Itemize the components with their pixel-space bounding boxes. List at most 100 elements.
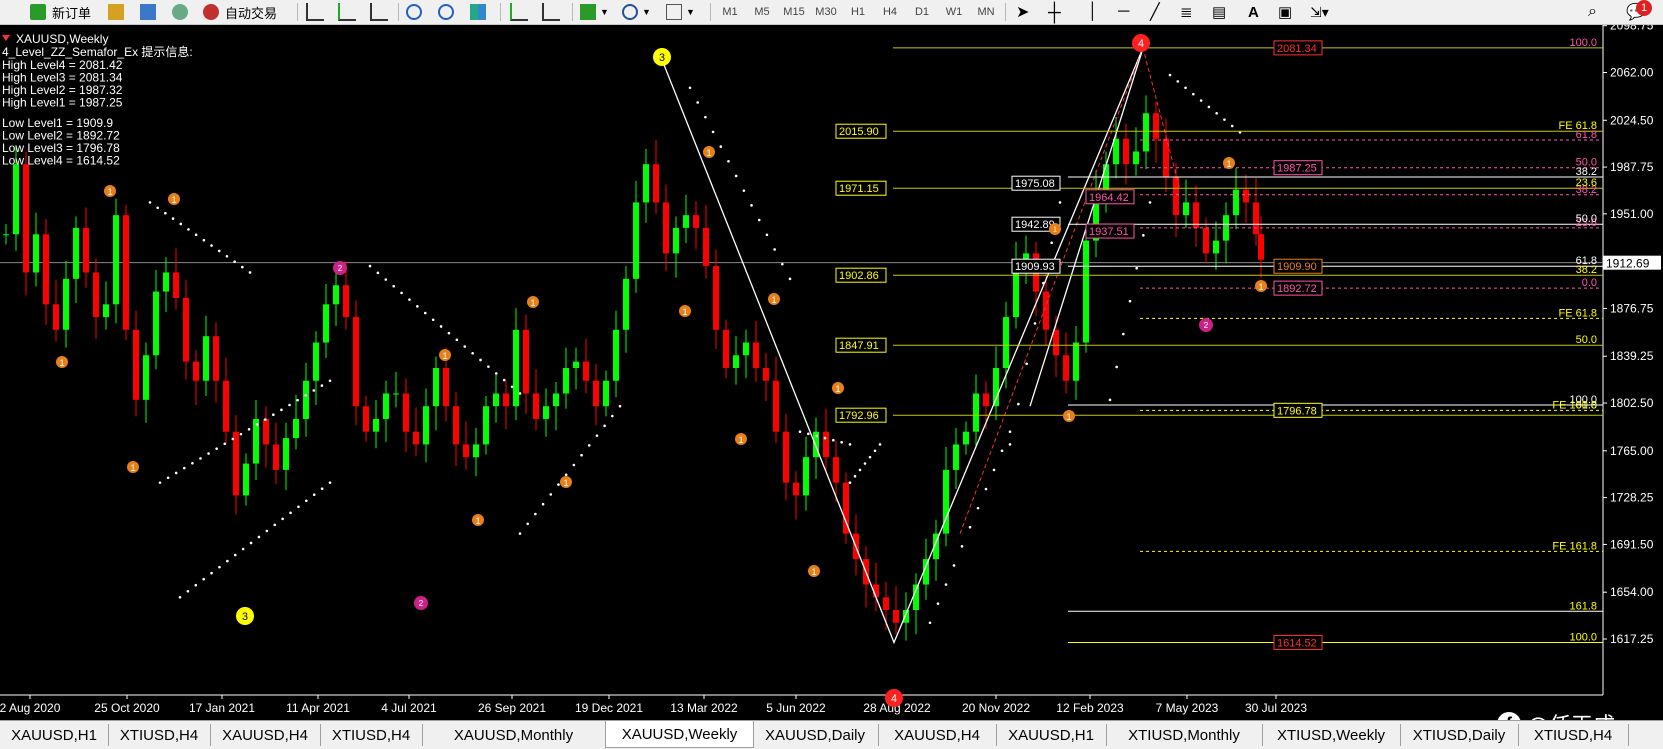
candle-body (143, 355, 149, 400)
sar-dot (296, 398, 299, 402)
market-icon-button[interactable] (108, 2, 124, 22)
timeframe-h1[interactable]: H1 (842, 2, 874, 22)
label-tool-button[interactable]: ▣ (1278, 2, 1292, 22)
chart-tab[interactable]: XAUUSD,Monthly (422, 724, 606, 746)
candle-body (33, 234, 39, 273)
chart-tab[interactable]: XTIUSD,H4 (108, 724, 211, 746)
candle-chart-button[interactable] (338, 2, 356, 22)
candle-body (1013, 266, 1019, 318)
search-button[interactable]: ⌕ (1588, 2, 1597, 22)
sar-dot (1215, 111, 1218, 115)
time-axis-label: 5 Jun 2022 (766, 701, 826, 715)
text-tool-button[interactable]: A (1248, 2, 1259, 22)
timeframe-m15[interactable]: M15 (778, 2, 810, 22)
chart-tab[interactable]: XTIUSD,H4 (320, 724, 423, 746)
fibonacci-expansion-button[interactable]: ≣ (1180, 2, 1193, 22)
chart-tab[interactable]: XTIUSD,Monthly (1106, 724, 1263, 746)
cursor-tool-button[interactable]: ➤ (1016, 2, 1029, 22)
timeframe-m5[interactable]: M5 (746, 2, 778, 22)
timeframe-d1[interactable]: D1 (906, 2, 938, 22)
sar-dot (423, 311, 427, 315)
market-watch-button[interactable] (140, 2, 156, 22)
level-one-label: 1 (738, 435, 743, 445)
time-axis-label: 30 Jul 2023 (1245, 701, 1307, 715)
chart-tab[interactable]: XAUUSD,Daily (752, 724, 879, 746)
bar-chart-button[interactable] (306, 2, 324, 22)
timeframe-h4[interactable]: H4 (874, 2, 906, 22)
zoom-out-button[interactable] (438, 2, 454, 22)
line-chart-button[interactable] (370, 2, 388, 22)
toolbar-separator (1005, 3, 1006, 21)
horizontal-line-button[interactable]: ─ (1118, 2, 1129, 22)
time-axis-label: 17 Jan 2021 (189, 701, 255, 715)
toolbar-separator (500, 3, 501, 21)
chart-tab[interactable]: XTIUSD,Weekly (1262, 724, 1401, 746)
signals-button[interactable] (172, 2, 188, 22)
sar-dot (976, 506, 980, 510)
vertical-line-button[interactable]: │ (1088, 2, 1098, 22)
sar-dot (878, 443, 882, 446)
timeframe-m30[interactable]: M30 (810, 2, 842, 22)
price-chart[interactable]: 2098.75 2062.00 2024.50 1987.75 1951.00 1876.… (0, 25, 1663, 720)
sar-dot (863, 462, 867, 465)
candle-body (133, 329, 139, 400)
candle-body (233, 431, 239, 496)
periods-button[interactable]: ▼ (622, 2, 651, 22)
chart-tab[interactable]: XAUUSD,H4 (878, 724, 997, 746)
candle-body (743, 342, 749, 356)
indicators-button[interactable]: ▼ (580, 2, 609, 22)
sar-dot (247, 427, 251, 431)
templates-button[interactable]: ▼ (666, 2, 695, 22)
chart-tab[interactable]: XAUUSD,H4 (210, 724, 321, 746)
arrows-tool-button[interactable]: ⇲▾ (1310, 2, 1329, 22)
candle-body (243, 463, 249, 496)
time-axis-label: 13 Mar 2022 (670, 701, 738, 715)
price-box: 1964.42 (1089, 192, 1129, 204)
timeframe-m1[interactable]: M1 (714, 2, 746, 22)
chart-tab[interactable]: XAUUSD,Weekly (605, 721, 754, 748)
search-icon: ⌕ (1588, 3, 1597, 20)
fibonacci-retracement-button[interactable]: ▤ (1212, 2, 1226, 22)
candle-body (163, 272, 169, 292)
watermark: f @任天成 (1497, 708, 1615, 720)
candle-body (353, 317, 359, 407)
chart-tab[interactable]: XAUUSD,H1 (0, 724, 109, 746)
trendline-button[interactable]: ╱ (1150, 2, 1160, 22)
sar-dot (1050, 241, 1053, 245)
sar-dot (853, 474, 857, 478)
new-order-button[interactable]: 新订单 (30, 2, 91, 22)
notifications-button[interactable]: 💬 1 (1626, 0, 1652, 22)
candle-body (513, 329, 519, 407)
sar-dot (587, 444, 591, 447)
swing-marker-label: 2 (419, 598, 424, 608)
auto-scroll-button[interactable] (510, 2, 528, 22)
autotrade-button[interactable]: 自动交易 (203, 2, 277, 22)
candle-body (183, 297, 189, 362)
sar-dot (297, 505, 300, 509)
indicator-title: 4_Level_ZZ_Semafor_Ex 提示信息: (2, 44, 193, 59)
timeframe-mn[interactable]: MN (970, 2, 1002, 22)
sar-dot (487, 365, 490, 368)
sar-dot (233, 553, 237, 557)
crosshair-tool-button[interactable]: ┼ (1048, 2, 1061, 22)
timeframe-w1[interactable]: W1 (938, 2, 970, 22)
tile-windows-button[interactable] (470, 2, 486, 22)
candle-body (503, 393, 509, 407)
collapse-triangle-icon (2, 35, 10, 41)
chart-tab[interactable]: XTIUSD,Daily (1400, 724, 1519, 746)
chart-tab[interactable]: XAUUSD,H1 (996, 724, 1107, 746)
sar-dot (164, 211, 167, 215)
zoom-in-button[interactable] (406, 2, 422, 22)
sar-dot (218, 565, 221, 569)
fe-label: FE 61.8 (1558, 120, 1597, 132)
chart-shift-button[interactable] (542, 2, 560, 22)
chart-symbol-title: XAUUSD,Weekly (16, 32, 108, 46)
sar-dot (207, 452, 210, 455)
chart-tab[interactable]: XTIUSD,H4 (1518, 724, 1629, 746)
candle-body (213, 336, 219, 381)
zoom-in-icon (406, 4, 422, 20)
level-one-label: 1 (706, 148, 711, 158)
fib-label: 50.0 (1576, 213, 1597, 225)
candle-body (153, 291, 159, 356)
sar-dot (696, 101, 699, 104)
